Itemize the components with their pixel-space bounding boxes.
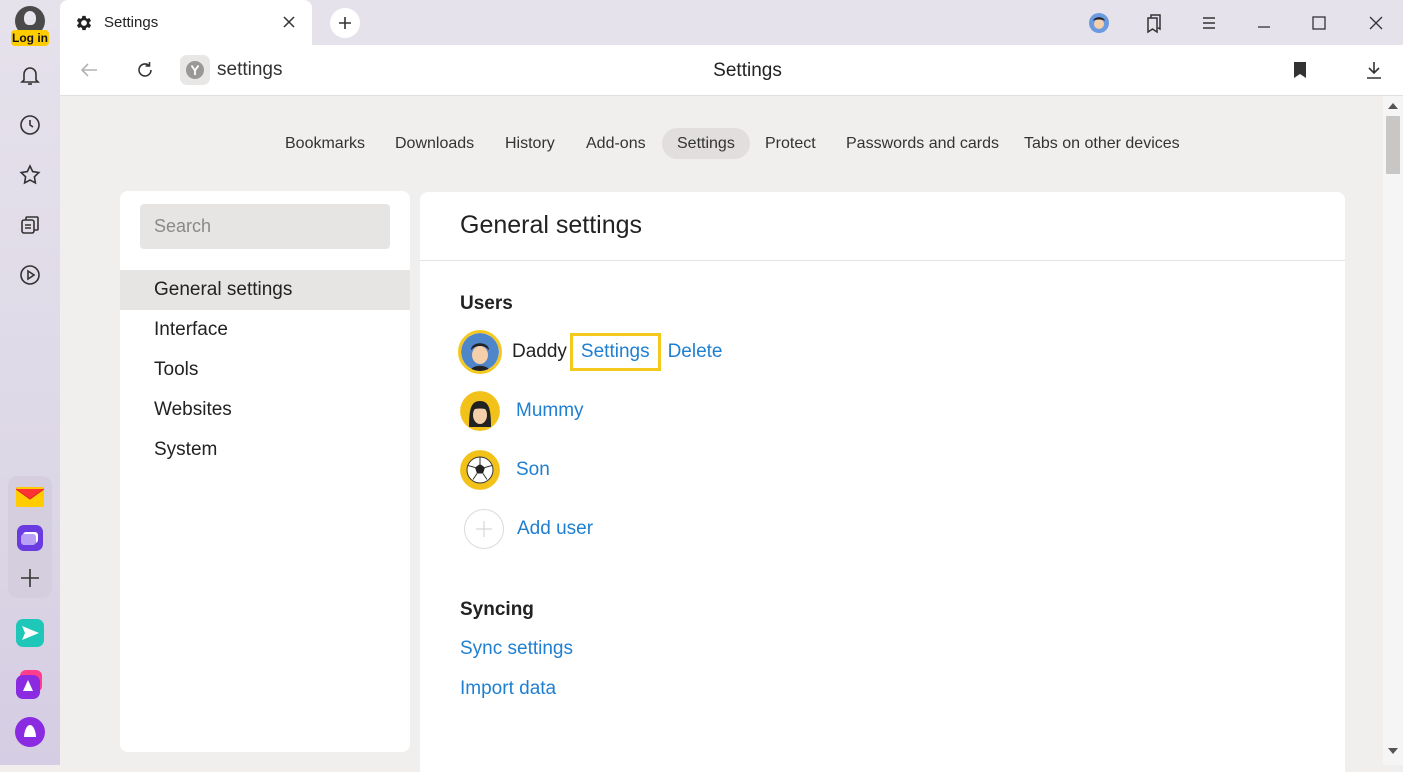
add-user-plus-icon[interactable] — [464, 509, 504, 549]
top-navigation: Bookmarks Downloads History Add-ons Sett… — [60, 128, 1383, 160]
maximize-window-icon[interactable] — [1306, 10, 1332, 36]
history-clock-icon[interactable] — [15, 110, 45, 140]
scroll-thumb[interactable] — [1386, 116, 1400, 174]
nav-history[interactable]: History — [490, 128, 570, 159]
daddy-delete-link[interactable]: Delete — [668, 341, 723, 363]
sidebar-item-general-settings[interactable]: General settings — [120, 270, 410, 310]
scroll-up-arrow-icon[interactable] — [1388, 103, 1398, 109]
tab-title: Settings — [104, 14, 159, 31]
bookmarks-star-icon[interactable] — [15, 160, 45, 190]
sync-settings-link[interactable]: Sync settings — [460, 638, 573, 660]
add-app-plus-icon[interactable] — [14, 562, 46, 594]
mail-app-icon[interactable] — [14, 481, 46, 513]
login-button[interactable]: Log in — [11, 6, 49, 48]
bookmark-icon[interactable] — [1287, 57, 1313, 83]
daddy-settings-link[interactable]: Settings — [569, 333, 661, 371]
notifications-bell-icon[interactable] — [15, 60, 45, 90]
panel-title: General settings — [460, 211, 643, 239]
nav-passwords-and-cards[interactable]: Passwords and cards — [831, 128, 1014, 159]
settings-sidebar: General settings Interface Tools Website… — [120, 191, 410, 752]
general-settings-panel: General settings Users Daddy Settings De… — [420, 192, 1345, 772]
user-name-daddy: Daddy — [512, 341, 567, 362]
login-label: Log in — [11, 30, 49, 46]
sidebar-item-interface[interactable]: Interface — [120, 310, 410, 350]
alice-assistant-icon[interactable] — [14, 716, 46, 748]
title-bar: Settings — [60, 0, 1403, 45]
settings-page: Bookmarks Downloads History Add-ons Sett… — [60, 96, 1383, 772]
scroll-down-arrow-icon[interactable] — [1388, 748, 1398, 754]
messenger-app-icon[interactable] — [14, 522, 46, 554]
user-row-son: Son — [460, 445, 550, 495]
menu-hamburger-icon[interactable] — [1196, 10, 1222, 36]
add-user-row[interactable]: Add user — [460, 504, 593, 554]
collections-toolbar-icon[interactable] — [1141, 10, 1167, 36]
sidebar-item-system[interactable]: System — [120, 430, 410, 470]
nav-settings[interactable]: Settings — [662, 128, 750, 159]
panel-divider — [420, 260, 1345, 261]
nav-downloads[interactable]: Downloads — [380, 128, 489, 159]
mummy-avatar-icon[interactable] — [460, 391, 500, 431]
nav-protect[interactable]: Protect — [750, 128, 831, 159]
new-tab-button[interactable] — [330, 8, 360, 38]
left-sidebar-rail: Log in — [0, 0, 60, 765]
add-user-link[interactable]: Add user — [517, 518, 593, 540]
nav-bookmarks[interactable]: Bookmarks — [270, 128, 380, 159]
sidebar-item-tools[interactable]: Tools — [120, 350, 410, 390]
user-name-mummy[interactable]: Mummy — [516, 400, 584, 422]
close-tab-icon[interactable] — [280, 13, 298, 31]
profile-avatar-button[interactable] — [1086, 10, 1112, 36]
son-soccer-ball-avatar-icon[interactable] — [460, 450, 500, 490]
page-scrollbar[interactable] — [1383, 96, 1403, 765]
syncing-heading: Syncing — [460, 599, 534, 620]
user-name-son[interactable]: Son — [516, 459, 550, 481]
minimize-window-icon[interactable] — [1251, 10, 1277, 36]
video-play-icon[interactable] — [15, 260, 45, 290]
page-title-center: Settings — [713, 60, 782, 81]
close-window-icon[interactable] — [1363, 10, 1389, 36]
address-bar: settings Settings — [60, 45, 1403, 96]
nav-tabs-on-other-devices[interactable]: Tabs on other devices — [1009, 128, 1195, 159]
user-row-mummy: Mummy — [460, 386, 584, 436]
users-heading: Users — [460, 293, 513, 314]
collections-icon[interactable] — [15, 210, 45, 240]
active-tab[interactable]: Settings — [60, 0, 312, 45]
daddy-avatar-icon[interactable] — [458, 330, 502, 374]
user-row-daddy: Daddy Settings Delete — [458, 327, 723, 377]
settings-search-input[interactable] — [140, 204, 390, 249]
import-data-link[interactable]: Import data — [460, 678, 556, 700]
sidebar-item-websites[interactable]: Websites — [120, 390, 410, 430]
gear-icon — [74, 13, 94, 33]
nav-add-ons[interactable]: Add-ons — [571, 128, 661, 159]
send-app-icon[interactable] — [14, 617, 46, 649]
download-icon[interactable] — [1361, 57, 1387, 83]
alice-stack-app-icon[interactable] — [14, 668, 46, 700]
